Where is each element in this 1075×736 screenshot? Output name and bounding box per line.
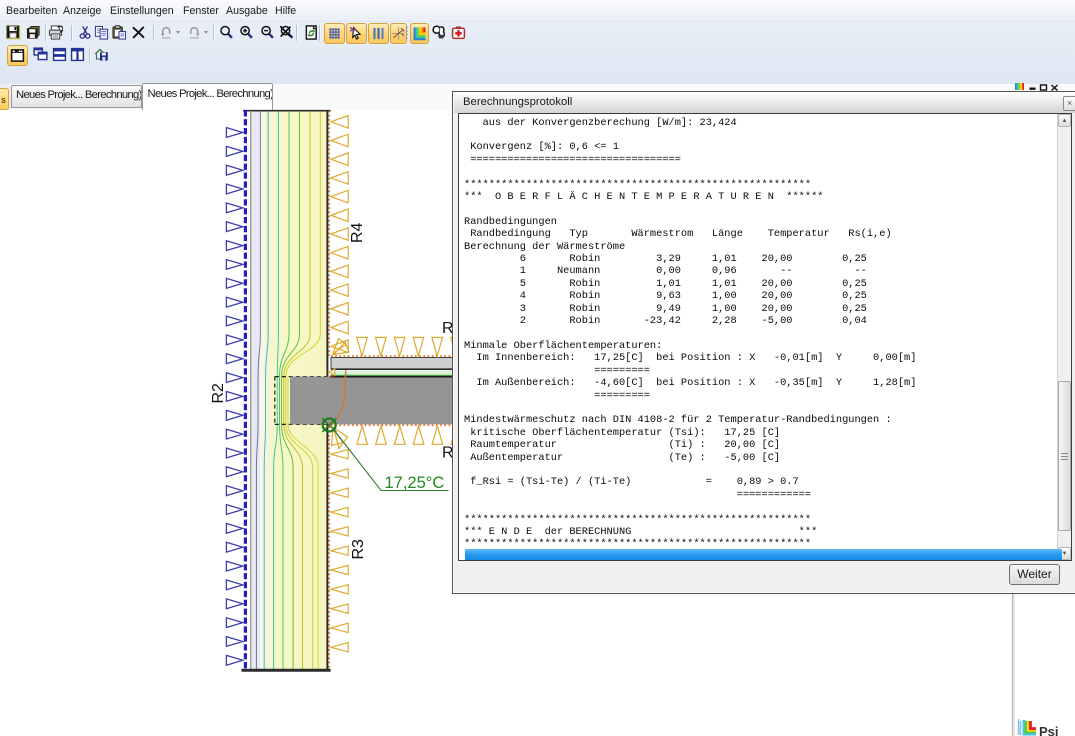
svg-text:R2: R2	[210, 383, 227, 404]
svg-text:R3: R3	[350, 539, 367, 560]
svg-text:Psi: Psi	[1039, 724, 1059, 736]
svg-text:17,25°C: 17,25°C	[385, 474, 445, 492]
svg-text:R4: R4	[349, 222, 366, 243]
